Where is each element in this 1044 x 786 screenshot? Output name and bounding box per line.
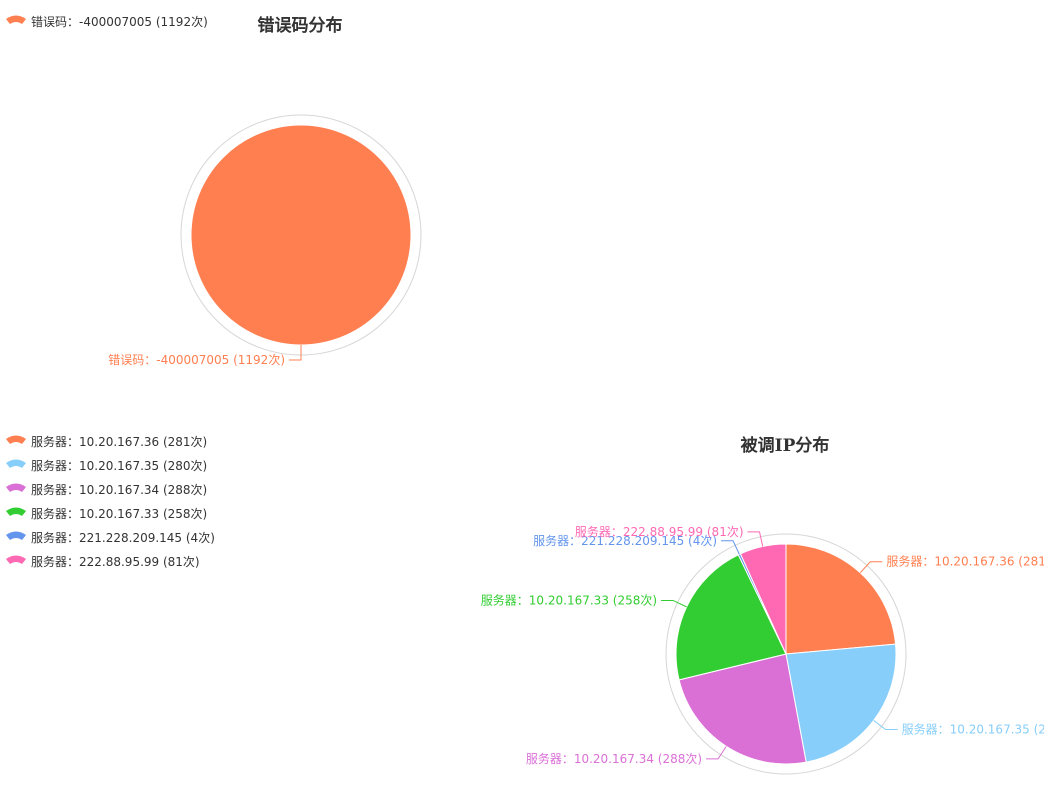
- pie-slice[interactable]: [785, 543, 897, 655]
- legend-item[interactable]: 错误码：-400007005 (1192次): [6, 15, 208, 29]
- slice-label: 服务器：10.20.167.35 (280次): [902, 721, 1044, 736]
- legend-swatch-icon: [6, 483, 26, 492]
- slice-label: 服务器：10.20.167.33 (258次): [481, 592, 657, 607]
- slice-label: 错误码：-400007005 (1192次): [108, 353, 285, 367]
- chart-canvas: 错误码分布 错误码：-400007005 (1192次) 错误码：-400007…: [6, 15, 1044, 775]
- legend-item[interactable]: 服务器：10.20.167.35 (280次): [6, 458, 207, 473]
- legend-swatch-icon: [6, 531, 26, 540]
- leader-line: [661, 599, 687, 608]
- legend-swatch-icon: [6, 555, 26, 564]
- legend-item[interactable]: 服务器：222.88.95.99 (81次): [6, 554, 200, 569]
- legend-label: 服务器：10.20.167.33 (258次): [31, 506, 207, 521]
- chart-title: 错误码分布: [258, 15, 343, 36]
- pie-slices: [675, 543, 897, 765]
- leader-line: [706, 746, 727, 760]
- legend-swatch-icon: [6, 459, 26, 468]
- legend-swatch-icon: [6, 15, 26, 24]
- legend-item[interactable]: 服务器：10.20.167.34 (288次): [6, 482, 207, 497]
- legend: 错误码：-400007005 (1192次): [6, 15, 208, 29]
- legend-item[interactable]: 服务器：10.20.167.33 (258次): [6, 506, 207, 521]
- slice-labels: 错误码：-400007005 (1192次): [108, 345, 302, 367]
- error-code-chart: 错误码分布 错误码：-400007005 (1192次) 错误码：-400007…: [6, 15, 422, 367]
- legend: 服务器：10.20.167.36 (281次) 服务器：10.20.167.35 …: [6, 434, 215, 569]
- legend-swatch-icon: [6, 435, 26, 444]
- leader-line: [873, 720, 898, 730]
- slice-label: 服务器：222.88.95.99 (81次): [575, 524, 744, 539]
- slice-label: 服务器：10.20.167.34 (288次): [526, 751, 702, 766]
- pie-slices: [190, 124, 412, 346]
- pie-slice[interactable]: [190, 124, 412, 346]
- server-ip-chart: 被调IP分布 服务器：10.20.167.36 (281次)服务器：10.20.…: [6, 434, 1044, 775]
- legend-label: 服务器：10.20.167.36 (281次): [31, 434, 207, 449]
- leader-line: [289, 345, 302, 361]
- legend-item[interactable]: 服务器：10.20.167.36 (281次): [6, 434, 207, 449]
- legend-label: 服务器：10.20.167.35 (280次): [31, 458, 207, 473]
- legend-label: 服务器：10.20.167.34 (288次): [31, 482, 207, 497]
- leader-line: [859, 561, 883, 574]
- legend-label: 服务器：222.88.95.99 (81次): [31, 554, 200, 569]
- legend-label: 错误码：-400007005 (1192次): [31, 15, 208, 29]
- legend-label: 服务器：221.228.209.145 (4次): [31, 530, 215, 545]
- slice-label: 服务器：10.20.167.36 (281次): [886, 554, 1044, 569]
- chart-title: 被调IP分布: [741, 435, 830, 456]
- legend-swatch-icon: [6, 507, 26, 516]
- legend-item[interactable]: 服务器：221.228.209.145 (4次): [6, 530, 215, 545]
